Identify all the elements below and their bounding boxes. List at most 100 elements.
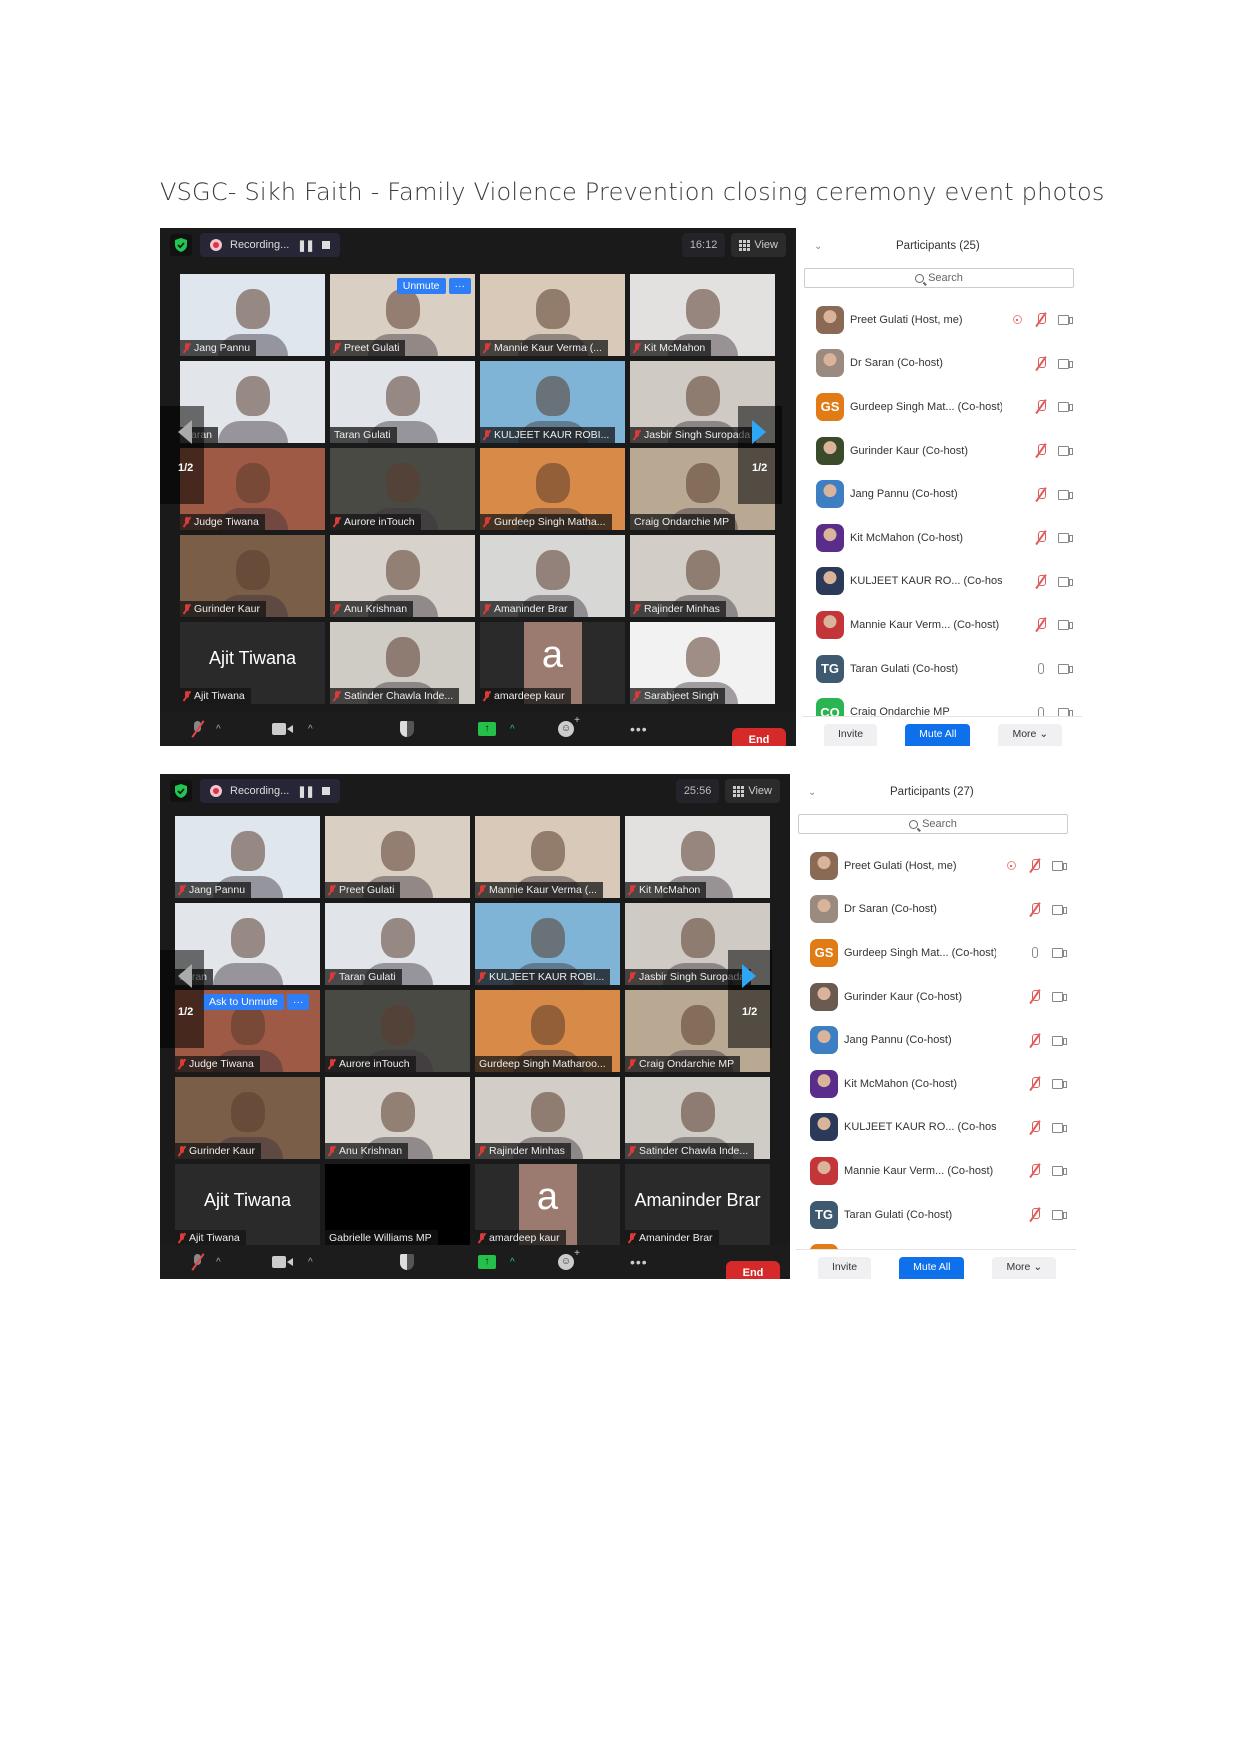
participant-row[interactable]: GS Gurdeep Singh Mat... (Co-host)	[796, 931, 1076, 975]
video-camera-icon[interactable]	[1056, 664, 1074, 675]
participant-row[interactable]: Gurinder Kaur (Co-host)	[796, 975, 1076, 1019]
stop-recording-icon[interactable]	[321, 241, 330, 249]
video-tile[interactable]: Gurdeep Singh Matharoo...	[475, 990, 620, 1072]
video-button[interactable]: ^	[272, 1256, 313, 1268]
mute-all-button[interactable]: Mute All	[899, 1257, 965, 1279]
video-tile[interactable]: Jang Pannu	[180, 274, 325, 356]
participant-row[interactable]: Preet Gulati (Host, me)	[802, 298, 1082, 342]
video-camera-icon[interactable]	[1050, 948, 1068, 959]
microphone-muted-icon[interactable]	[1032, 574, 1050, 588]
security-shield-icon[interactable]	[170, 780, 192, 802]
video-tile[interactable]: Rajinder Minhas	[630, 535, 775, 617]
microphone-muted-icon[interactable]	[1032, 356, 1050, 370]
security-button[interactable]	[400, 721, 414, 737]
collapse-chevron-icon[interactable]: ⌄	[814, 241, 884, 252]
invite-button[interactable]: Invite	[818, 1257, 872, 1279]
caret-up-icon[interactable]: ^	[510, 724, 515, 735]
video-tile[interactable]: Mannie Kaur Verma (...	[480, 274, 625, 356]
video-button[interactable]: ^	[272, 723, 313, 735]
video-camera-icon[interactable]	[1056, 446, 1074, 457]
video-tile[interactable]: Anu Krishnan	[330, 535, 475, 617]
video-tile[interactable]: Aurore inTouch	[330, 448, 475, 530]
video-tile[interactable]: KULJEET KAUR ROBI...	[480, 361, 625, 443]
video-tile[interactable]: Aurore inTouch	[325, 990, 470, 1072]
participant-row[interactable]: Gurinder Kaur (Co-host)	[802, 429, 1082, 473]
microphone-muted-icon[interactable]	[1032, 313, 1050, 326]
previous-page-button[interactable]: 1/2	[160, 406, 204, 504]
participant-row[interactable]: KULJEET KAUR RO... (Co-host)	[796, 1106, 1076, 1150]
microphone-muted-icon[interactable]	[1026, 990, 1044, 1003]
video-tile[interactable]: Jang Pannu	[175, 816, 320, 898]
video-camera-icon[interactable]	[1056, 576, 1074, 587]
video-tile[interactable]: a amardeep kaur	[480, 622, 625, 704]
video-tile[interactable]: Ajit Tiwana Ajit Tiwana	[175, 1164, 320, 1246]
microphone-muted-icon[interactable]	[1026, 902, 1044, 916]
microphone-muted-icon[interactable]	[1032, 618, 1050, 631]
video-tile[interactable]: Kit McMahon	[625, 816, 770, 898]
mute-button[interactable]: ^	[192, 721, 221, 737]
video-camera-icon[interactable]	[1056, 489, 1074, 500]
video-tile[interactable]: a amardeep kaur	[475, 1164, 620, 1246]
microphone-muted-icon[interactable]	[1026, 1077, 1044, 1090]
microphone-muted-icon[interactable]	[1032, 400, 1050, 413]
participant-search-input[interactable]: Search	[804, 268, 1074, 288]
collapse-chevron-icon[interactable]: ⌄	[808, 787, 878, 798]
video-tile[interactable]: Gabrielle Williams MP	[325, 1164, 470, 1246]
caret-up-icon[interactable]: ^	[510, 1257, 515, 1268]
microphone-muted-icon[interactable]	[1026, 1208, 1044, 1221]
participant-row[interactable]: Jang Pannu (Co-host)	[802, 472, 1082, 516]
microphone-muted-icon[interactable]	[1026, 1120, 1044, 1134]
video-camera-icon[interactable]	[1050, 1166, 1068, 1177]
mute-all-button[interactable]: Mute All	[905, 724, 971, 746]
next-page-button[interactable]: 1/2	[738, 406, 782, 504]
microphone-icon[interactable]	[1032, 663, 1050, 675]
video-camera-icon[interactable]	[1050, 861, 1068, 872]
video-tile[interactable]: Anu Krishnan	[325, 1077, 470, 1159]
video-tile[interactable]: Mannie Kaur Verma (...	[475, 816, 620, 898]
video-tile[interactable]: Ajit Tiwana Ajit Tiwana	[180, 622, 325, 704]
microphone-icon[interactable]	[1026, 947, 1044, 959]
end-meeting-button[interactable]: End	[732, 728, 786, 746]
reactions-button[interactable]: ☺	[558, 1246, 580, 1270]
microphone-muted-icon[interactable]	[1026, 1033, 1044, 1047]
video-tile[interactable]: Gurdeep Singh Matha...	[480, 448, 625, 530]
video-camera-icon[interactable]	[1050, 1122, 1068, 1133]
participant-row[interactable]: TG Taran Gulati (Co-host)	[796, 1193, 1076, 1237]
more-button[interactable]: More ⌄	[998, 724, 1063, 746]
video-camera-icon[interactable]	[1050, 1210, 1068, 1221]
participant-row[interactable]: Dr Saran (Co-host)	[796, 888, 1076, 932]
video-tile[interactable]: Preet Gulati	[325, 816, 470, 898]
next-page-button[interactable]: 1/2	[728, 950, 772, 1048]
video-camera-icon[interactable]	[1056, 358, 1074, 369]
security-button[interactable]	[400, 1254, 414, 1270]
video-tile[interactable]: Rajinder Minhas	[475, 1077, 620, 1159]
microphone-muted-icon[interactable]	[1026, 859, 1044, 872]
video-camera-icon[interactable]	[1050, 1079, 1068, 1090]
caret-up-icon[interactable]: ^	[216, 1257, 221, 1268]
caret-up-icon[interactable]: ^	[308, 724, 313, 735]
unmute-button[interactable]: Unmute	[396, 278, 446, 294]
video-tile[interactable]: Satinder Chawla Inde...	[625, 1077, 770, 1159]
video-tile[interactable]: Amaninder Brar	[480, 535, 625, 617]
more-options-button[interactable]: •••	[630, 1254, 648, 1270]
video-tile[interactable]: Satinder Chawla Inde...	[330, 622, 475, 704]
stop-recording-icon[interactable]	[321, 787, 330, 795]
participant-search-input[interactable]: Search	[798, 814, 1068, 834]
view-button[interactable]: View	[725, 779, 780, 803]
participant-row[interactable]: KULJEET KAUR RO... (Co-host)	[802, 560, 1082, 604]
more-options-button[interactable]: •••	[630, 721, 648, 737]
video-tile[interactable]: Unmute ··· Preet Gulati	[330, 274, 475, 356]
microphone-muted-icon[interactable]	[1032, 487, 1050, 501]
video-camera-icon[interactable]	[1056, 533, 1074, 544]
video-tile[interactable]: Amaninder Brar Amaninder Brar	[625, 1164, 770, 1246]
participant-row[interactable]: Mannie Kaur Verm... (Co-host)	[802, 603, 1082, 647]
video-tile[interactable]: Sarabjeet Singh	[630, 622, 775, 704]
video-tile[interactable]: Gurinder Kaur	[180, 535, 325, 617]
security-shield-icon[interactable]	[170, 234, 192, 256]
tile-more-options-icon[interactable]: ···	[448, 278, 471, 294]
caret-up-icon[interactable]: ^	[308, 1257, 313, 1268]
video-camera-icon[interactable]	[1056, 402, 1074, 413]
microphone-muted-icon[interactable]	[1032, 531, 1050, 544]
microphone-muted-icon[interactable]	[1032, 444, 1050, 457]
video-camera-icon[interactable]	[1056, 620, 1074, 631]
